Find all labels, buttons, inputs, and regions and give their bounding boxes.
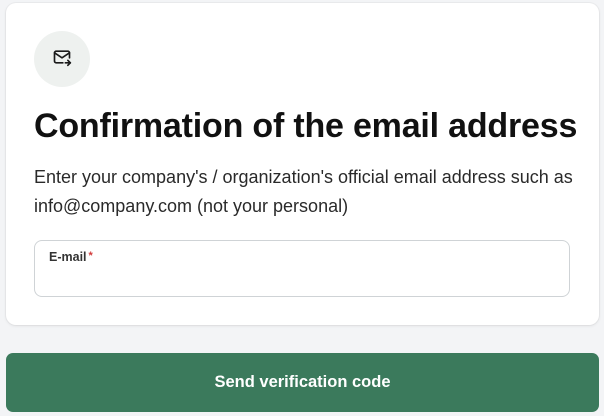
required-mark: * [88,250,93,262]
page-title: Confirmation of the email address [34,107,578,145]
icon-badge [34,31,90,87]
email-field-label: E-mail * [49,250,93,264]
send-verification-code-button[interactable]: Send verification code [6,353,599,412]
confirmation-card: Confirmation of the email address Enter … [6,3,599,325]
page-description: Enter your company's / organization's of… [34,167,573,216]
email-field[interactable]: E-mail * [34,240,570,297]
mail-forward-icon [52,47,72,72]
email-input[interactable] [48,269,553,291]
